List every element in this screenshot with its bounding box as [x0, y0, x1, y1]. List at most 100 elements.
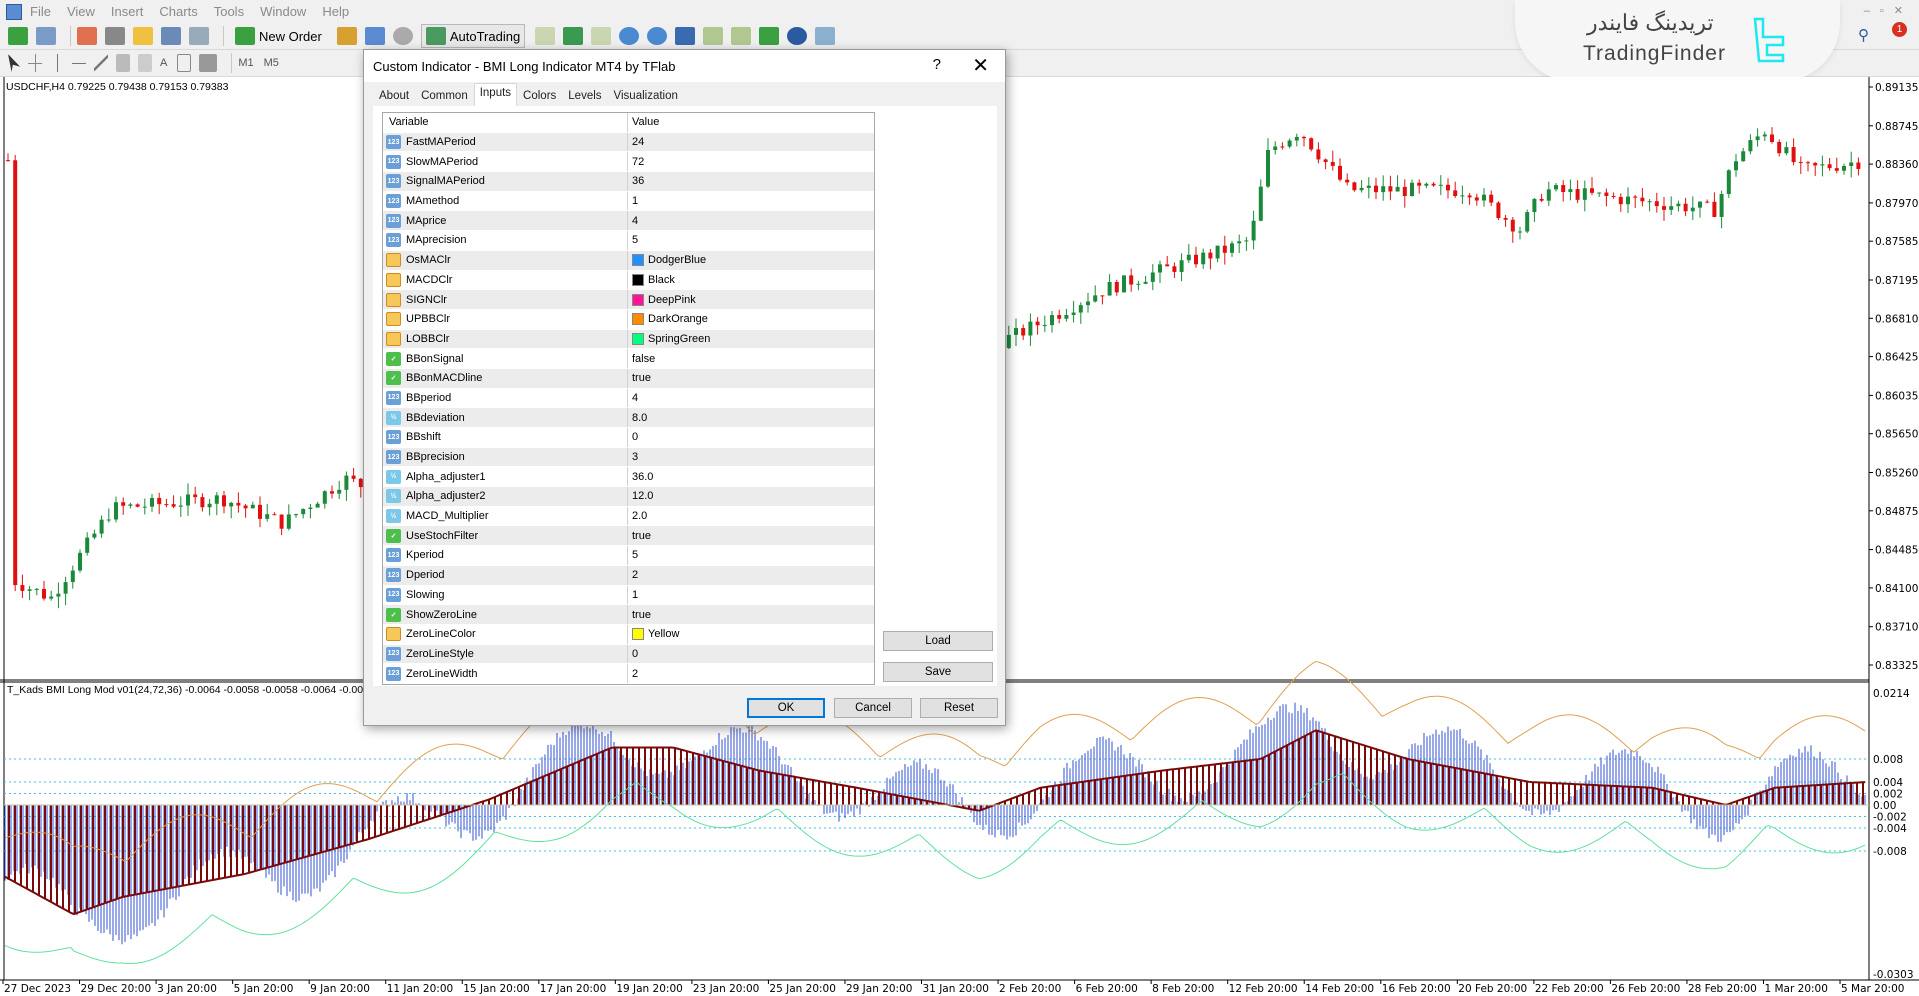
value-cell[interactable]: DeepPink — [628, 290, 874, 309]
fibonacci-icon[interactable] — [138, 54, 152, 72]
close-button[interactable]: ✕ — [972, 53, 989, 78]
help-button[interactable]: ? — [933, 56, 941, 73]
value-cell[interactable]: true — [628, 526, 874, 545]
value-cell[interactable]: 1 — [628, 586, 874, 605]
input-row[interactable]: ✓ BBonMACDline true — [383, 368, 874, 389]
input-row[interactable]: ½ BBdeviation 8.0 — [383, 408, 874, 428]
input-row[interactable]: ✓ ShowZeroLine true — [383, 605, 874, 625]
data-window-icon[interactable] — [105, 27, 125, 45]
navigator-icon[interactable] — [133, 27, 153, 45]
input-row[interactable]: 123 Slowing 1 — [383, 585, 874, 606]
value-cell[interactable]: 2 — [628, 664, 874, 683]
menu-insert[interactable]: Insert — [111, 4, 144, 19]
load-button[interactable]: Load — [883, 631, 993, 651]
input-row[interactable]: 123 SlowMAPeriod 72 — [383, 152, 874, 173]
cancel-button[interactable]: Cancel — [834, 698, 912, 718]
save-button[interactable]: Save — [883, 662, 993, 682]
ok-button[interactable]: OK — [747, 698, 825, 718]
tab-colors[interactable]: Colors — [517, 86, 562, 106]
value-cell[interactable]: true — [628, 605, 874, 624]
input-row[interactable]: 123 MAprecision 5 — [383, 231, 874, 251]
input-row[interactable]: 123 BBperiod 4 — [383, 388, 874, 409]
zoom-in-icon[interactable] — [619, 27, 640, 45]
input-row[interactable]: LOBBClr SpringGreen — [383, 329, 874, 350]
value-cell[interactable]: 24 — [628, 133, 874, 152]
notifications-icon[interactable]: 1 — [1887, 22, 1907, 44]
menu-tools[interactable]: Tools — [214, 4, 244, 19]
value-cell[interactable]: 0 — [628, 428, 874, 447]
value-cell[interactable]: 2.0 — [628, 507, 874, 526]
arrows-icon[interactable] — [199, 54, 218, 72]
value-cell[interactable]: DodgerBlue — [628, 251, 874, 270]
input-row[interactable]: ✓ BBonSignal false — [383, 349, 874, 369]
periods-icon[interactable] — [787, 27, 808, 45]
value-cell[interactable]: 36 — [628, 172, 874, 191]
value-cell[interactable]: 72 — [628, 152, 874, 171]
bar-chart-icon[interactable] — [535, 27, 556, 45]
value-cell[interactable]: 2 — [628, 566, 874, 585]
text-label-icon[interactable] — [177, 54, 192, 72]
input-row[interactable]: MACDClr Black — [383, 270, 874, 291]
input-row[interactable]: 123 BBprecision 3 — [383, 447, 874, 468]
tab-about[interactable]: About — [373, 86, 415, 106]
input-row[interactable]: ½ Alpha_adjuster2 12.0 — [383, 487, 874, 507]
input-row[interactable]: 123 ZeroLineWidth 2 — [383, 664, 874, 684]
input-row[interactable]: 123 BBshift 0 — [383, 428, 874, 448]
menu-view[interactable]: View — [67, 4, 95, 19]
value-cell[interactable]: 8.0 — [628, 408, 874, 427]
equidistant-channel-icon[interactable] — [116, 54, 130, 72]
chart-shift-icon[interactable] — [703, 27, 724, 45]
market-watch-icon[interactable] — [77, 27, 97, 45]
zoom-out-icon[interactable] — [647, 27, 668, 45]
crosshair-icon[interactable] — [28, 54, 42, 72]
value-cell[interactable]: 1 — [628, 192, 874, 211]
tester-icon[interactable] — [189, 27, 209, 45]
value-cell[interactable]: 0 — [628, 645, 874, 664]
value-cell[interactable]: true — [628, 369, 874, 388]
input-row[interactable]: ½ Alpha_adjuster1 36.0 — [383, 467, 874, 488]
terminal-icon[interactable] — [161, 27, 181, 45]
trendline-icon[interactable] — [94, 54, 108, 72]
value-cell[interactable]: 4 — [628, 389, 874, 408]
input-row[interactable]: ½ MACD_Multiplier 2.0 — [383, 506, 874, 527]
input-row[interactable]: ZeroLineColor Yellow — [383, 624, 874, 645]
tab-levels[interactable]: Levels — [562, 86, 607, 106]
input-row[interactable]: 123 ZeroLineStyle 0 — [383, 644, 874, 665]
timeframe-m1[interactable]: M1 — [238, 57, 253, 69]
text-icon[interactable]: A — [160, 57, 167, 69]
search-icon[interactable]: ⚲ — [1858, 26, 1869, 44]
profiles-icon[interactable] — [36, 27, 56, 45]
value-cell[interactable]: 5 — [628, 231, 874, 250]
value-cell[interactable]: DarkOrange — [628, 310, 874, 329]
value-cell[interactable]: 5 — [628, 546, 874, 565]
reset-button[interactable]: Reset — [920, 698, 998, 718]
value-cell[interactable]: 36.0 — [628, 467, 874, 486]
tab-common[interactable]: Common — [415, 86, 474, 106]
tile-windows-icon[interactable] — [675, 27, 696, 45]
menu-help[interactable]: Help — [322, 4, 349, 19]
value-cell[interactable]: 4 — [628, 211, 874, 230]
metaeditor-icon[interactable] — [336, 27, 357, 45]
cursor-icon[interactable] — [8, 54, 20, 72]
input-row[interactable]: ✓ UseStochFilter true — [383, 526, 874, 547]
timeframe-m5[interactable]: M5 — [264, 57, 279, 69]
input-row[interactable]: 123 Kperiod 5 — [383, 546, 874, 566]
vertical-line-icon[interactable] — [50, 54, 64, 72]
autotrading-button[interactable]: AutoTrading — [420, 24, 526, 48]
horizontal-line-icon[interactable] — [72, 54, 86, 72]
input-row[interactable]: SIGNClr DeepPink — [383, 290, 874, 310]
line-chart-icon[interactable] — [591, 27, 612, 45]
value-cell[interactable]: SpringGreen — [628, 330, 874, 349]
value-cell[interactable]: false — [628, 349, 874, 368]
candlesticks-icon[interactable] — [563, 27, 584, 45]
new-order-button[interactable]: New Order — [230, 24, 327, 48]
menu-window[interactable]: Window — [260, 4, 306, 19]
signals-icon[interactable] — [364, 27, 385, 45]
tab-inputs[interactable]: Inputs — [473, 83, 518, 106]
input-row[interactable]: UPBBClr DarkOrange — [383, 309, 874, 330]
menu-file[interactable]: File — [30, 4, 51, 19]
value-cell[interactable]: 12.0 — [628, 487, 874, 506]
window-controls[interactable]: –▫✕ — [1864, 4, 1913, 17]
autoscroll-icon[interactable] — [731, 27, 752, 45]
input-row[interactable]: 123 FastMAPeriod 24 — [383, 132, 874, 153]
